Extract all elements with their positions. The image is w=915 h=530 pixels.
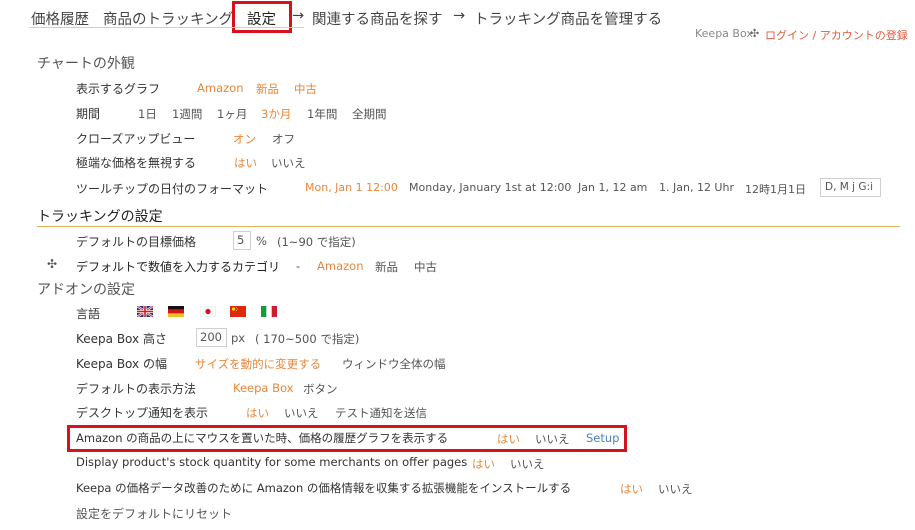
- stock-option-yes[interactable]: はい: [472, 456, 495, 472]
- tab-bar-underline: [29, 27, 304, 28]
- width-option-dynamic[interactable]: サイズを動的に変更する: [195, 356, 321, 372]
- default-category-label: デフォルトで数値を入力するカテゴリ: [76, 260, 281, 274]
- closeup-option-on[interactable]: オン: [233, 131, 256, 147]
- graph-option-used[interactable]: 中古: [294, 81, 317, 97]
- notify-option-no[interactable]: いいえ: [284, 405, 319, 421]
- target-price-label: デフォルトの目標価格: [76, 235, 197, 249]
- tooltip-option-4[interactable]: 1. Jan, 12 Uhr: [659, 181, 734, 194]
- cross-icon: ✣: [750, 27, 760, 40]
- hover-graph-label: Amazon の商品の上にマウスを置いた時、価格の履歴グラフを表示する: [76, 431, 449, 445]
- collect-option-no[interactable]: いいえ: [658, 481, 693, 497]
- box-height-input[interactable]: 200: [196, 328, 227, 347]
- section-title-addon: アドオンの設定: [37, 282, 135, 298]
- tooltip-option-5[interactable]: 12時1月1日: [745, 181, 806, 197]
- display-option-box[interactable]: Keepa Box: [233, 381, 294, 395]
- extreme-label: 極端な価格を無視する: [76, 156, 197, 170]
- hover-setup-link[interactable]: Setup: [586, 431, 619, 445]
- move-icon[interactable]: ✣: [47, 257, 57, 271]
- box-height-unit: px: [231, 331, 246, 345]
- box-width-label: Keepa Box の幅: [76, 357, 167, 371]
- language-label: 言語: [76, 307, 101, 321]
- collect-option-yes[interactable]: はい: [620, 481, 643, 497]
- arrow-icon: →: [453, 8, 466, 24]
- send-test-notification[interactable]: テスト通知を送信: [335, 405, 427, 421]
- graphs-label: 表示するグラフ: [76, 82, 161, 96]
- tooltip-format-label: ツールチップの日付のフォーマット: [76, 182, 269, 196]
- keepa-box-brand: Keepa Box: [695, 27, 753, 40]
- flag-jp-icon[interactable]: [200, 306, 216, 317]
- tooltip-option-3[interactable]: Jan 1, 12 am: [578, 181, 647, 194]
- stock-option-no[interactable]: いいえ: [510, 456, 545, 472]
- width-option-full[interactable]: ウィンドウ全体の幅: [342, 356, 446, 372]
- arrow-icon: →: [292, 8, 305, 24]
- period-option-1y[interactable]: 1年間: [307, 106, 337, 122]
- display-option-button[interactable]: ボタン: [303, 381, 338, 397]
- period-option-1m[interactable]: 1ヶ月: [217, 106, 247, 122]
- extreme-option-no[interactable]: いいえ: [271, 155, 306, 171]
- flag-uk-icon[interactable]: [137, 306, 153, 317]
- section-divider: [37, 226, 900, 227]
- tab-find-related[interactable]: 関連する商品を探す: [312, 8, 443, 29]
- target-price-hint: (1~90 で指定): [277, 235, 356, 249]
- graph-option-amazon[interactable]: Amazon: [197, 81, 243, 95]
- section-title-chart: チャートの外観: [37, 56, 135, 72]
- graph-option-new[interactable]: 新品: [256, 81, 279, 97]
- period-option-all[interactable]: 全期間: [352, 106, 387, 122]
- category-option-new[interactable]: 新品: [375, 259, 398, 275]
- period-option-1w[interactable]: 1週間: [172, 106, 202, 122]
- category-option-used[interactable]: 中古: [414, 259, 437, 275]
- flag-it-icon[interactable]: [261, 306, 277, 317]
- hover-option-no[interactable]: いいえ: [535, 431, 570, 447]
- closeup-label: クローズアップビュー: [76, 132, 196, 146]
- category-dash: -: [296, 259, 301, 273]
- category-option-amazon[interactable]: Amazon: [317, 259, 363, 273]
- box-height-hint: ( 170~500 で指定): [255, 332, 360, 346]
- tooltip-option-1[interactable]: Mon, Jan 1 12:00: [305, 181, 398, 194]
- tooltip-option-2[interactable]: Monday, January 1st at 12:00: [409, 181, 571, 194]
- settings-tab-highlight: [232, 1, 292, 33]
- stock-quantity-label: Display product's stock quantity for som…: [76, 455, 468, 469]
- notification-label: デスクトップ通知を表示: [76, 406, 209, 420]
- period-option-1d[interactable]: 1日: [138, 106, 157, 122]
- closeup-option-off[interactable]: オフ: [272, 131, 295, 147]
- target-price-unit: %: [256, 234, 267, 248]
- flag-cn-icon[interactable]: [230, 306, 246, 317]
- reset-defaults-link[interactable]: 設定をデフォルトにリセット: [76, 505, 232, 522]
- hover-option-yes[interactable]: はい: [497, 431, 520, 447]
- login-link[interactable]: ログイン / アカウントの登録: [765, 27, 908, 43]
- display-mode-label: デフォルトの表示方法: [76, 382, 197, 396]
- tab-price-history[interactable]: 価格履歴: [31, 8, 89, 29]
- period-label: 期間: [76, 107, 101, 121]
- tab-manage-tracking[interactable]: トラッキング商品を管理する: [474, 8, 662, 29]
- section-title-tracking: トラッキングの設定: [37, 209, 163, 225]
- period-option-3m[interactable]: 3か月: [261, 106, 291, 122]
- flag-de-icon[interactable]: [168, 306, 184, 317]
- tab-product-tracking[interactable]: 商品のトラッキング: [103, 8, 233, 29]
- collect-data-label: Keepa の価格データ改善のために Amazon の価格情報を収集する拡張機能…: [76, 481, 572, 495]
- target-price-input[interactable]: 5: [233, 231, 251, 250]
- notify-option-yes[interactable]: はい: [246, 405, 269, 421]
- box-height-label: Keepa Box 高さ: [76, 332, 167, 346]
- extreme-option-yes[interactable]: はい: [234, 155, 257, 171]
- tooltip-custom-format-input[interactable]: D, M j G:i: [820, 178, 881, 197]
